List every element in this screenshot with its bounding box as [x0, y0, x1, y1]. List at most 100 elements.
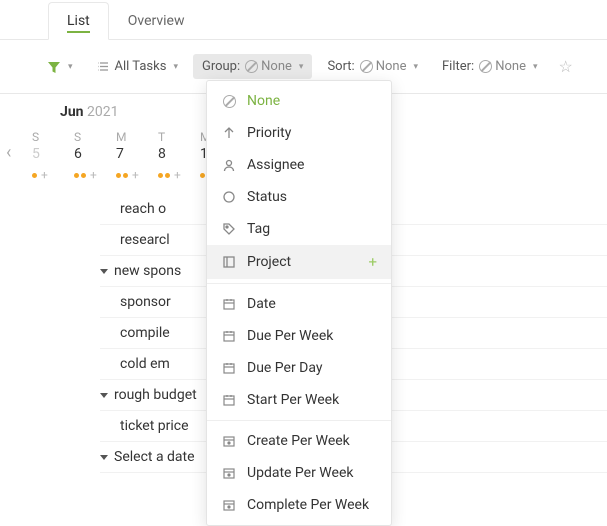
caret-down-icon: ▾ [413, 62, 418, 72]
group-option-due-per-day[interactable]: Due Per Day [207, 352, 391, 384]
group-value-badge: None [245, 59, 292, 74]
sort-value-badge: None [360, 59, 407, 74]
task-label: cold em [120, 356, 170, 372]
event-dots: + [158, 168, 192, 182]
event-dots: + [32, 168, 66, 182]
group-option-tag[interactable]: Tag [207, 213, 391, 245]
tab-list[interactable]: List [48, 2, 109, 40]
date2-icon [221, 498, 237, 512]
option-label: Priority [247, 125, 291, 141]
add-event-icon[interactable]: + [174, 168, 181, 182]
none-icon [360, 60, 373, 73]
option-label: Start Per Week [247, 392, 339, 408]
add-event-icon[interactable]: + [90, 168, 97, 182]
caret-down-icon: ▾ [533, 62, 538, 72]
option-label: Assignee [247, 157, 304, 173]
dow-label: M [116, 130, 150, 144]
funnel-icon [47, 60, 61, 74]
option-label: Create Per Week [247, 433, 350, 449]
group-option-due-per-week[interactable]: Due Per Week [207, 320, 391, 352]
group-dropdown: None Priority Assignee Status Tag Project + Dat… [206, 80, 392, 526]
none-icon [245, 60, 258, 73]
sort-label: Sort: [327, 59, 354, 74]
dow-label: T [158, 130, 192, 144]
calendar-day[interactable]: S 5 + [28, 126, 70, 186]
date-icon [221, 329, 237, 343]
date-label: 6 [74, 146, 108, 162]
group-option-date[interactable]: Date [207, 288, 391, 320]
task-label: Select a date [114, 449, 195, 465]
group-option-priority[interactable]: Priority [207, 117, 391, 149]
task-label: rough budget [114, 387, 197, 403]
group-option-none[interactable]: None [207, 85, 391, 117]
all-tasks-label: All Tasks [115, 59, 167, 74]
option-label: Due Per Day [247, 360, 323, 376]
task-label: researcl [120, 232, 170, 248]
date-icon [221, 393, 237, 407]
task-label: ticket price [120, 418, 189, 434]
group-value: None [261, 59, 292, 74]
event-dots: + [116, 168, 150, 182]
collapse-icon[interactable] [100, 269, 108, 274]
option-label: Due Per Week [247, 328, 333, 344]
assignee-icon [221, 158, 237, 172]
dow-label: S [74, 130, 108, 144]
filter-value-badge: None [479, 59, 526, 74]
option-label: Date [247, 296, 276, 312]
group-option-create-per-week[interactable]: Create Per Week [207, 425, 391, 457]
add-event-icon[interactable]: + [132, 168, 139, 182]
filter-value: None [495, 59, 526, 74]
all-tasks-button[interactable]: All Tasks ▾ [88, 54, 187, 79]
group-option-update-per-week[interactable]: Update Per Week [207, 457, 391, 489]
task-label: sponsor [120, 294, 171, 310]
filter-funnel-button[interactable]: ▾ [38, 55, 82, 79]
option-label: Tag [247, 221, 270, 237]
option-label: None [247, 93, 280, 109]
none-icon [221, 95, 237, 108]
calendar-day[interactable]: M 7 + [112, 126, 154, 186]
sort-button[interactable]: Sort: None ▾ [318, 54, 427, 79]
caret-down-icon: ▾ [68, 62, 73, 72]
month-label: Jun [60, 104, 84, 120]
status-icon [221, 190, 237, 204]
priority-icon [221, 126, 237, 140]
list-icon [97, 60, 110, 73]
collapse-icon[interactable] [100, 393, 108, 398]
add-event-icon[interactable]: + [41, 168, 48, 182]
group-option-status[interactable]: Status [207, 181, 391, 213]
dow-label: S [32, 130, 66, 144]
group-option-complete-per-week[interactable]: Complete Per Week [207, 489, 391, 521]
prev-button[interactable]: ‹ [6, 142, 11, 163]
task-label: compile [120, 325, 170, 341]
date2-icon [221, 434, 237, 448]
calendar-day[interactable]: S 6 + [70, 126, 112, 186]
year-label: 2021 [87, 104, 118, 120]
favorite-button[interactable]: ☆ [559, 57, 573, 76]
calendar-day[interactable]: T 8 + [154, 126, 196, 186]
date2-icon [221, 466, 237, 480]
option-label: Project [247, 254, 291, 270]
group-option-start-per-week[interactable]: Start Per Week [207, 384, 391, 416]
task-label: reach o [120, 201, 166, 217]
tab-overview[interactable]: Overview [109, 2, 204, 39]
date-icon [221, 297, 237, 311]
caret-down-icon: ▾ [299, 62, 304, 72]
filter-button[interactable]: Filter: None ▾ [433, 54, 547, 79]
option-label: Status [247, 189, 287, 205]
group-option-assignee[interactable]: Assignee [207, 149, 391, 181]
tag-icon [221, 222, 237, 236]
group-label: Group: [202, 59, 240, 74]
sort-value: None [376, 59, 407, 74]
option-label: Update Per Week [247, 465, 353, 481]
collapse-icon[interactable] [100, 455, 108, 460]
add-icon[interactable]: + [368, 253, 377, 271]
date-label: 5 [32, 146, 66, 162]
group-button[interactable]: Group: None ▾ [193, 54, 312, 79]
date-label: 8 [158, 146, 192, 162]
event-dots: + [74, 168, 108, 182]
caret-down-icon: ▾ [173, 62, 178, 72]
view-tabs: List Overview [0, 0, 607, 40]
task-label: new spons [114, 263, 181, 279]
group-option-project[interactable]: Project + [207, 245, 391, 279]
date-label: 7 [116, 146, 150, 162]
